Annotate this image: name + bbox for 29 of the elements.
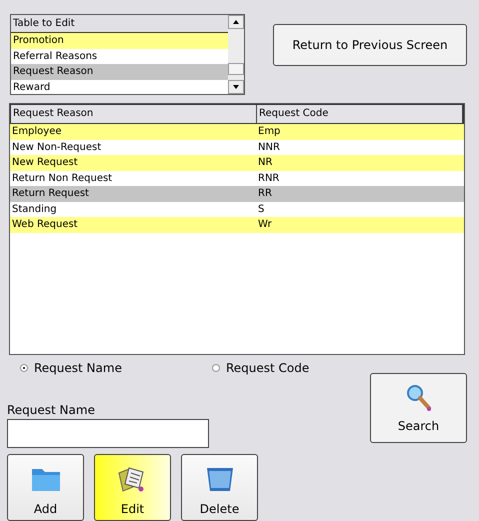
search-field[interactable] [7, 419, 209, 448]
list-item[interactable]: Request Reason [11, 64, 228, 80]
column-header[interactable]: Request Reason [11, 105, 257, 123]
radio-option[interactable]: Request Code [212, 361, 310, 375]
table-row[interactable]: Standing S [10, 202, 464, 217]
table-row[interactable]: Return Request RR [10, 186, 464, 202]
table-row[interactable]: New Non-Request NNR [10, 140, 464, 155]
search-icon [404, 383, 432, 413]
table-row[interactable]: Return Non Request RNR [10, 170, 464, 186]
action-button[interactable]: Add [7, 454, 84, 521]
table-picker[interactable]: Table to Edit Promotion Referral Reasons Request Reason Reward [10, 14, 245, 95]
scroll-thumb[interactable] [228, 63, 244, 75]
table-row[interactable]: New Request NR [10, 155, 464, 170]
table-row[interactable]: Web Request Wr [10, 217, 464, 232]
column-header[interactable]: Request Code [257, 105, 463, 123]
return-button[interactable]: Return to Previous Screen [273, 24, 467, 66]
field-label: Request Name [7, 403, 96, 417]
action-button[interactable]: Edit [94, 454, 171, 521]
radio-option[interactable]: Request Name [20, 361, 122, 375]
scroll-down-icon[interactable] [233, 85, 239, 89]
action-button[interactable]: Delete [181, 454, 258, 521]
scrollbar[interactable] [228, 15, 244, 94]
list-item[interactable]: Promotion [11, 33, 228, 48]
search-button[interactable]: Search [370, 373, 467, 443]
list-item[interactable]: Reward [11, 80, 228, 95]
list-item[interactable]: Referral Reasons [11, 48, 228, 64]
scroll-up-icon[interactable] [233, 20, 239, 24]
table-row[interactable]: Employee Emp [10, 124, 464, 140]
list-header: Table to Edit [11, 15, 228, 33]
